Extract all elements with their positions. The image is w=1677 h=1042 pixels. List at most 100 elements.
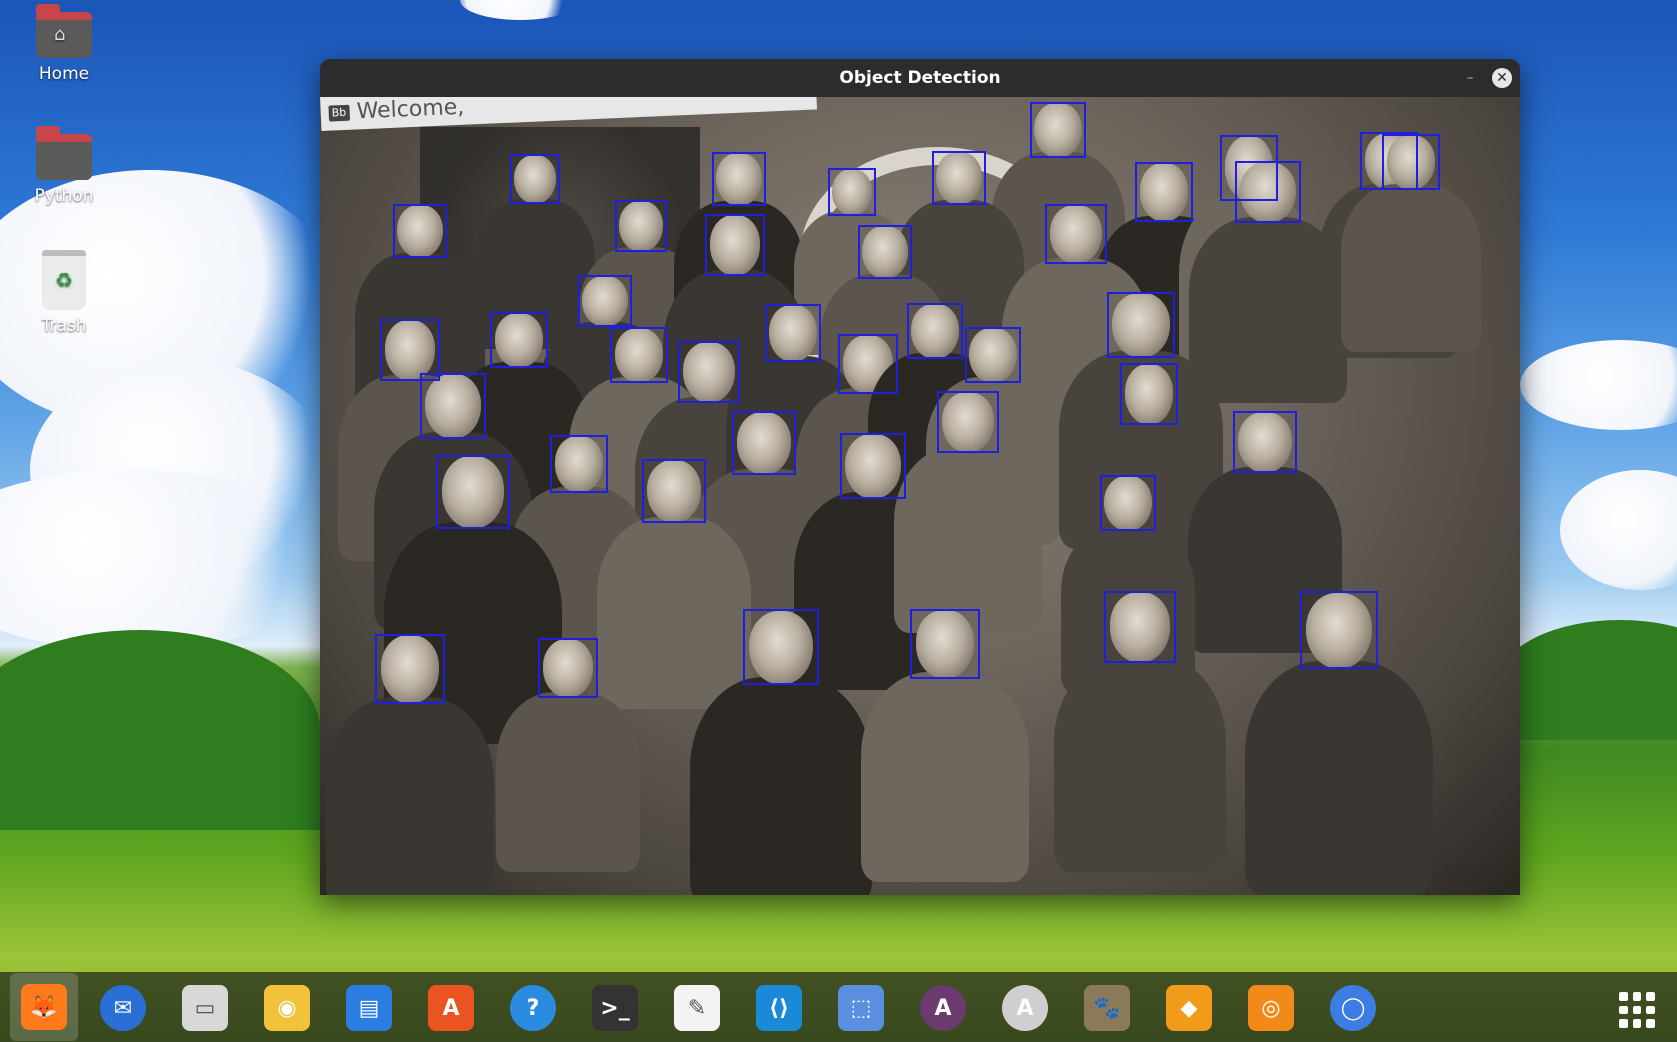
detection-box — [828, 168, 876, 216]
taskbar-gimp[interactable]: 🐾 — [1082, 983, 1132, 1033]
detection-box — [538, 638, 598, 698]
desktop-icon-python[interactable]: Python — [14, 126, 114, 206]
detection-box — [642, 459, 706, 523]
detection-box — [490, 312, 548, 368]
taskbar-rhythmbox[interactable]: ◉ — [262, 983, 312, 1033]
person-body — [1053, 655, 1227, 872]
taskbar-screenshot[interactable]: ⬚ — [836, 983, 886, 1033]
close-button[interactable]: ✕ — [1492, 68, 1512, 88]
window-titlebar[interactable]: Object Detection – ✕ — [320, 59, 1520, 97]
window-title: Object Detection — [839, 68, 1001, 88]
detection-box — [712, 152, 766, 206]
taskbar-software[interactable]: A — [426, 983, 476, 1033]
detection-box — [550, 435, 608, 493]
person-body — [496, 692, 640, 872]
desktop-icon-label: Trash — [41, 316, 87, 336]
detection-box — [678, 341, 740, 403]
taskbar-blender[interactable]: ◎ — [1246, 983, 1296, 1033]
person-body — [689, 677, 873, 895]
detection-box — [910, 609, 980, 679]
layers-icon: ◆ — [1166, 985, 1212, 1031]
detection-box — [420, 373, 486, 439]
detection-box — [937, 391, 999, 453]
detection-box — [393, 204, 447, 258]
folder-icon — [36, 126, 92, 180]
detection-box — [965, 327, 1021, 383]
screenshot-icon: ⬚ — [838, 985, 884, 1031]
detection-box — [858, 225, 912, 279]
taskbar-writer[interactable]: ▤ — [344, 983, 394, 1033]
taskbar-terminal[interactable]: >_ — [590, 983, 640, 1033]
detection-box — [907, 303, 963, 359]
firefox-icon: 🦊 — [21, 984, 67, 1030]
taskbar: 🦊 ✉ ▭ ◉ ▤ A? >_ ✎ ⟨⟩ ⬚ A A 🐾 ◆ ◎ ◯ — [0, 972, 1677, 1042]
detection-image: Bb Welcome, — [320, 97, 1520, 895]
music-icon: ◉ — [264, 985, 310, 1031]
object-detection-window[interactable]: Object Detection – ✕ Bb Welcome, — [320, 59, 1520, 895]
detection-box — [375, 634, 445, 704]
person-body — [1341, 184, 1481, 353]
taskbar-archive-manager[interactable]: A — [918, 983, 968, 1033]
detection-box — [743, 609, 819, 685]
detection-box — [732, 411, 796, 475]
detection-box — [705, 214, 765, 276]
blender-icon: ◎ — [1248, 985, 1294, 1031]
detection-box — [1300, 591, 1378, 669]
taskbar-vscode[interactable]: ⟨⟩ — [754, 983, 804, 1033]
detection-box — [932, 151, 986, 205]
software-center-icon: A — [428, 985, 474, 1031]
detection-box — [1045, 204, 1107, 264]
taskbar-chromium[interactable]: ◯ — [1328, 983, 1378, 1033]
detection-box — [1235, 161, 1301, 223]
person-body — [326, 697, 494, 895]
person-body — [893, 446, 1043, 633]
detection-box — [1135, 162, 1193, 222]
trash-icon: ♻ — [42, 250, 86, 310]
taskbar-inkscape[interactable]: A — [1000, 983, 1050, 1033]
detection-box — [610, 327, 668, 383]
detection-box — [1107, 292, 1175, 358]
detection-box — [510, 154, 560, 204]
detection-box — [615, 200, 667, 252]
mail-icon: ✉ — [100, 985, 146, 1031]
detection-box — [1233, 411, 1297, 473]
minimize-button[interactable]: – — [1460, 68, 1480, 88]
taskbar-help[interactable]: ? — [508, 983, 558, 1033]
desktop-icon-label: Python — [34, 186, 94, 206]
person-body — [861, 672, 1029, 882]
inkscape-icon: A — [1002, 985, 1048, 1031]
chromium-icon: ◯ — [1330, 985, 1376, 1031]
detection-box — [578, 275, 632, 327]
detection-box — [1120, 363, 1178, 425]
vscode-icon: ⟨⟩ — [756, 985, 802, 1031]
taskbar-thunderbird[interactable]: ✉ — [98, 983, 148, 1033]
taskbar-files[interactable]: ▭ — [180, 983, 230, 1033]
desktop-icon-home[interactable]: ⌂ Home — [14, 4, 114, 84]
terminal-icon: >_ — [592, 985, 638, 1031]
desktop-icon-trash[interactable]: ♻ Trash — [14, 250, 114, 336]
detection-box — [1100, 475, 1156, 531]
group-photo — [320, 97, 1520, 895]
taskbar-sublime[interactable]: ◆ — [1164, 983, 1214, 1033]
person-body — [1188, 216, 1348, 403]
help-icon: ? — [510, 985, 556, 1031]
person-body — [597, 516, 751, 709]
detection-box — [1104, 591, 1176, 663]
files-icon: ▭ — [182, 985, 228, 1031]
text-editor-icon: ✎ — [674, 985, 720, 1031]
detection-box — [1030, 102, 1086, 158]
app-grid-icon[interactable] — [1619, 992, 1655, 1028]
person-body — [1245, 661, 1433, 895]
gimp-icon: 🐾 — [1084, 985, 1130, 1031]
document-icon: ▤ — [346, 985, 392, 1031]
detection-box — [436, 455, 510, 529]
detection-box — [838, 334, 898, 394]
detection-box — [765, 304, 821, 362]
taskbar-firefox[interactable]: 🦊 — [10, 973, 78, 1041]
desktop-icon-label: Home — [38, 64, 90, 84]
detection-box — [840, 433, 906, 499]
detection-box — [1382, 134, 1440, 190]
detection-box — [380, 319, 440, 381]
taskbar-text-editor[interactable]: ✎ — [672, 983, 722, 1033]
archive-icon: A — [920, 985, 966, 1031]
